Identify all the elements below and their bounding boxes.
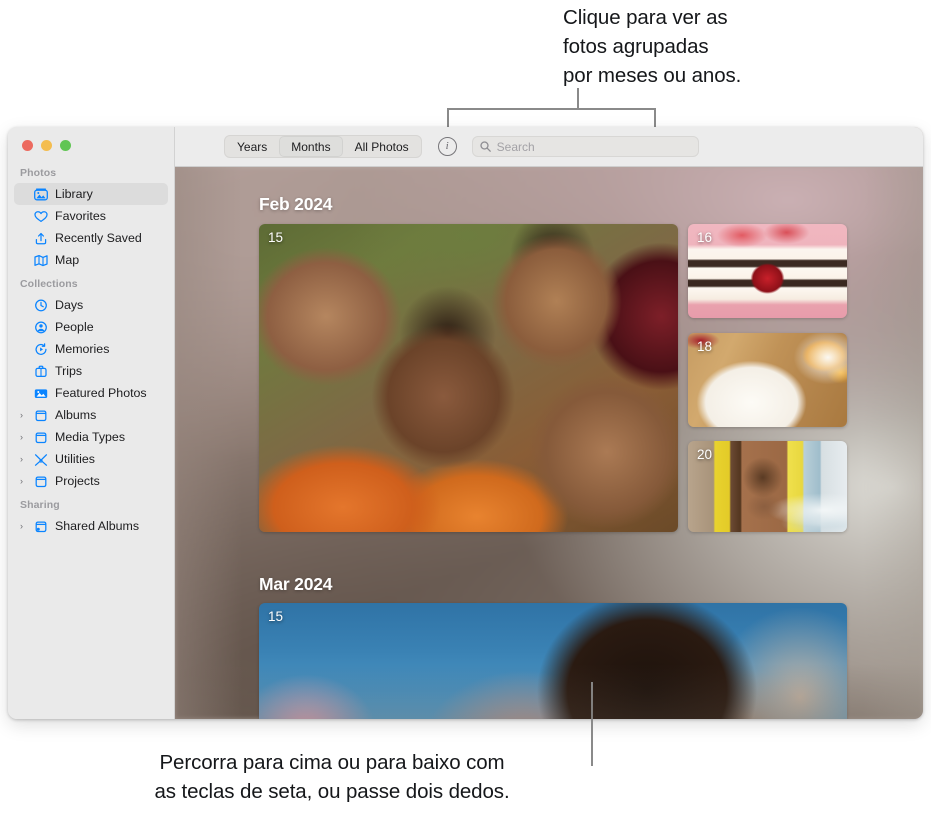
photo-tile[interactable]: 15	[259, 603, 847, 719]
tab-all-photos[interactable]: All Photos	[343, 136, 421, 157]
sidebar-item-library[interactable]: Library	[14, 183, 168, 205]
sidebar-section-photos-title: Photos	[20, 167, 57, 179]
photo-tile[interactable]: 20	[688, 441, 847, 532]
info-icon[interactable]: i	[437, 137, 457, 156]
tab-months[interactable]: Months	[279, 136, 343, 157]
sidebar-item-media-types[interactable]: › Media Types	[14, 426, 168, 448]
toolbar: Years Months All Photos i Search	[175, 127, 923, 167]
photo-day-badge: 16	[697, 230, 713, 245]
library-icon	[31, 188, 50, 201]
sidebar: Photos Library Favorites Recently Saved	[8, 127, 175, 719]
callout-bracket-right-stem	[654, 108, 656, 128]
minimize-button[interactable]	[41, 140, 52, 151]
sidebar-item-recently-saved[interactable]: Recently Saved	[14, 227, 168, 249]
sidebar-item-label: Shared Albums	[55, 519, 140, 533]
sidebar-item-map[interactable]: Map	[14, 249, 168, 271]
sidebar-item-albums[interactable]: › Albums	[14, 404, 168, 426]
callout-bracket-horizontal	[447, 108, 656, 110]
sidebar-section-collections-title: Collections	[20, 278, 78, 290]
photo-image	[259, 603, 847, 719]
view-mode-segmented-control[interactable]: Years Months All Photos	[224, 135, 422, 158]
sidebar-item-shared-albums[interactable]: › Shared Albums	[14, 515, 168, 537]
memories-icon	[31, 342, 50, 356]
heart-icon	[31, 210, 50, 223]
photo-day-badge: 15	[268, 609, 284, 624]
sidebar-item-label: Library	[55, 187, 93, 201]
month-heading-feb-2024: Feb 2024	[259, 194, 333, 214]
sidebar-item-label: Projects	[55, 474, 100, 488]
photo-tile[interactable]: 15	[259, 224, 678, 532]
recently-saved-icon	[31, 232, 50, 245]
album-icon	[31, 475, 50, 488]
zoom-button[interactable]	[60, 140, 71, 151]
sidebar-item-memories[interactable]: Memories	[14, 338, 168, 360]
person-icon	[31, 320, 50, 334]
photo-grid-scroll-area[interactable]: Feb 2024 15 16 18 20 Mar 2024 15	[175, 167, 923, 719]
close-button[interactable]	[22, 140, 33, 151]
sidebar-item-label: Trips	[55, 364, 83, 378]
callout-bracket-up-stem	[577, 88, 579, 109]
chevron-right-icon[interactable]: ›	[20, 454, 31, 464]
clock-icon	[31, 298, 50, 312]
search-input[interactable]: Search	[471, 136, 699, 157]
chevron-right-icon[interactable]: ›	[20, 521, 31, 531]
sidebar-item-label: Media Types	[55, 430, 126, 444]
featured-photos-icon	[31, 387, 50, 400]
photos-app-window: Photos Library Favorites Recently Saved	[8, 127, 923, 719]
sidebar-item-label: Albums	[55, 408, 97, 422]
sidebar-section-sharing-title: Sharing	[20, 499, 60, 511]
photo-day-badge: 20	[697, 447, 713, 462]
album-icon	[31, 431, 50, 444]
photo-image	[259, 224, 678, 532]
sidebar-item-favorites[interactable]: Favorites	[14, 205, 168, 227]
sidebar-item-projects[interactable]: › Projects	[14, 470, 168, 492]
utilities-icon	[31, 453, 50, 466]
map-icon	[31, 254, 50, 267]
callout-bracket-left-stem	[447, 108, 449, 128]
photo-tile[interactable]: 16	[688, 224, 847, 318]
sidebar-item-label: Favorites	[55, 209, 106, 223]
sidebar-item-label: People	[55, 320, 94, 334]
sidebar-item-label: Days	[55, 298, 84, 312]
month-heading-mar-2024: Mar 2024	[259, 574, 333, 594]
album-icon	[31, 409, 50, 422]
photo-tile[interactable]: 18	[688, 333, 847, 427]
sidebar-item-people[interactable]: People	[14, 316, 168, 338]
shared-album-icon	[31, 520, 50, 533]
sidebar-item-featured-photos[interactable]: Featured Photos	[14, 382, 168, 404]
sidebar-item-days[interactable]: Days	[14, 294, 168, 316]
tab-years[interactable]: Years	[225, 136, 279, 157]
chevron-right-icon[interactable]: ›	[20, 410, 31, 420]
sidebar-item-label: Utilities	[55, 452, 95, 466]
sidebar-item-utilities[interactable]: › Utilities	[14, 448, 168, 470]
sidebar-item-label: Memories	[55, 342, 110, 356]
sidebar-item-label: Featured Photos	[55, 386, 147, 400]
callout-text-top: Clique para ver as fotos agrupadas por m…	[563, 6, 742, 87]
content-area: Years Months All Photos i Search Feb 202…	[175, 127, 923, 719]
callout-text-bottom: Percorra para cima ou para baixo com as …	[154, 751, 510, 803]
search-placeholder: Search	[496, 139, 535, 154]
chevron-right-icon[interactable]: ›	[20, 432, 31, 442]
photo-day-badge: 18	[697, 339, 713, 354]
photo-day-badge: 15	[268, 230, 284, 245]
sidebar-item-label: Map	[55, 253, 80, 267]
sidebar-item-label: Recently Saved	[55, 231, 142, 245]
sidebar-item-trips[interactable]: Trips	[14, 360, 168, 382]
suitcase-icon	[31, 365, 50, 378]
chevron-right-icon[interactable]: ›	[20, 476, 31, 486]
search-icon	[479, 141, 491, 152]
window-controls	[8, 127, 174, 160]
